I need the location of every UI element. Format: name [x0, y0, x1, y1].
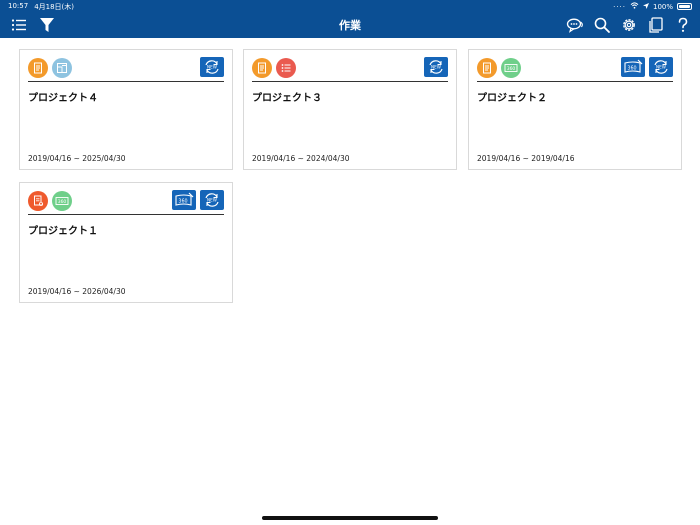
panorama-360-icon: 360	[52, 191, 72, 211]
document-icon	[477, 58, 497, 78]
project-title: プロジェクト２	[477, 93, 547, 104]
panorama-360-edit-button[interactable]: 360	[621, 57, 645, 77]
new-sync-icon: NEW	[429, 60, 443, 74]
new-sync-button[interactable]: NEW	[200, 57, 224, 77]
project-title: プロジェクト３	[252, 93, 322, 104]
new-sync-button[interactable]: NEW	[424, 57, 448, 77]
pages-icon	[649, 17, 663, 33]
wifi-icon	[630, 2, 639, 11]
svg-text:360: 360	[58, 199, 67, 205]
gear-icon	[623, 19, 635, 31]
card-header: 360 360 NEW	[28, 189, 224, 215]
search-button[interactable]	[593, 16, 611, 34]
battery-percent: 100%	[652, 2, 673, 11]
card-header: NEW	[252, 56, 448, 82]
chat-icon	[566, 18, 583, 33]
svg-text:NEW: NEW	[207, 65, 217, 70]
status-bar: 10:57 4月18日(木) ···· 100%	[0, 0, 700, 13]
new-sync-icon: NEW	[205, 193, 219, 207]
svg-text:NEW: NEW	[431, 65, 441, 70]
search-icon	[594, 17, 610, 33]
home-indicator[interactable]	[262, 516, 438, 520]
new-sync-button[interactable]: NEW	[200, 190, 224, 210]
project-title: プロジェクト１	[28, 226, 98, 237]
nav-bar: 作業	[0, 13, 700, 38]
svg-text:360: 360	[178, 199, 187, 205]
blueprint-icon	[52, 58, 72, 78]
project-title: プロジェクト４	[28, 93, 98, 104]
signal-dots-icon: ····	[613, 2, 626, 11]
help-icon	[678, 17, 688, 32]
svg-text:NEW: NEW	[207, 198, 217, 203]
panorama-360-edit-icon: 360	[175, 192, 194, 206]
new-sync-icon: NEW	[654, 60, 668, 74]
new-sync-button[interactable]: NEW	[649, 57, 673, 77]
card-header: 360 360 NEW	[477, 56, 673, 82]
menu-button[interactable]	[10, 16, 28, 34]
pages-button[interactable]	[647, 16, 665, 34]
project-card-4[interactable]: NEW プロジェクト４ 2019/04/16 ~ 2025/04/30	[19, 49, 233, 170]
battery-icon	[677, 3, 692, 10]
svg-text:360: 360	[507, 66, 516, 72]
project-card-3[interactable]: NEW プロジェクト３ 2019/04/16 ~ 2024/04/30	[243, 49, 457, 170]
document-icon	[252, 58, 272, 78]
project-dates: 2019/04/16 ~ 2024/04/30	[252, 154, 350, 163]
svg-text:NEW: NEW	[656, 65, 666, 70]
location-arrow-icon	[642, 2, 649, 11]
checklist-icon	[276, 58, 296, 78]
project-dates: 2019/04/16 ~ 2026/04/30	[28, 287, 126, 296]
svg-text:360: 360	[627, 66, 636, 72]
settings-button[interactable]	[620, 16, 638, 34]
chat-button[interactable]	[566, 16, 584, 34]
panorama-360-edit-icon: 360	[624, 59, 643, 73]
panorama-360-edit-button[interactable]: 360	[172, 190, 196, 210]
card-header: NEW	[28, 56, 224, 82]
filter-button[interactable]	[38, 16, 56, 34]
panorama-360-icon: 360	[501, 58, 521, 78]
project-dates: 2019/04/16 ~ 2025/04/30	[28, 154, 126, 163]
project-dates: 2019/04/16 ~ 2019/04/16	[477, 154, 575, 163]
filter-icon	[40, 18, 54, 32]
document-icon	[28, 58, 48, 78]
document-upload-icon	[28, 191, 48, 211]
status-date: 4月18日(木)	[34, 2, 75, 11]
project-card-1[interactable]: 360 360 NEW プロジェクト１ 2019/04/16 ~ 2026/04…	[19, 182, 233, 303]
new-sync-icon: NEW	[205, 60, 219, 74]
menu-icon	[11, 19, 26, 31]
project-card-2[interactable]: 360 360 NEW プロジェクト２ 2019/04/16 ~ 2019/04…	[468, 49, 682, 170]
status-time: 10:57	[8, 1, 29, 10]
help-button[interactable]	[674, 16, 692, 34]
